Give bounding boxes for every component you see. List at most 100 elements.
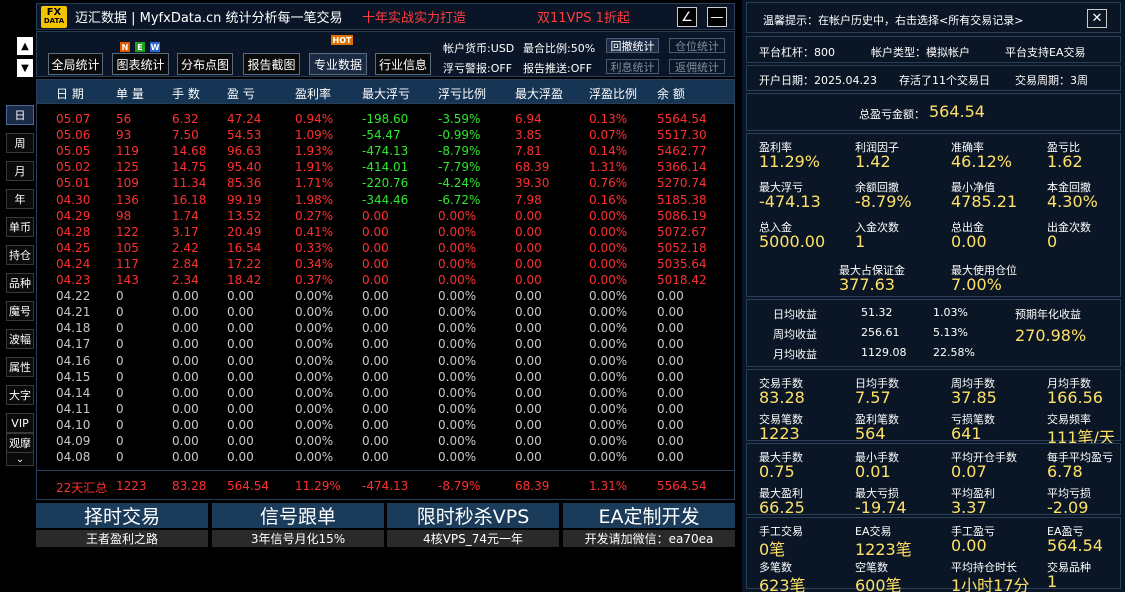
- ad-subtitle[interactable]: 3年信号月化15%: [212, 530, 384, 547]
- ad-signal-copy[interactable]: 信号跟单 3年信号月化15%: [212, 503, 384, 547]
- sidebar-item-single-currency[interactable]: 单币: [6, 217, 34, 237]
- ad-timing-trade[interactable]: 择时交易 王者盈利之路: [36, 503, 208, 547]
- close-icon[interactable]: ✕: [1087, 9, 1107, 28]
- table-row[interactable]: 04.10 0 0.00 0.00 0.00% 0.00 0.00% 0.00 0.00% 0.0…: [37, 417, 734, 433]
- column-header[interactable]: 浮亏比例: [438, 85, 486, 102]
- chevron-down-icon[interactable]: ⌄: [6, 452, 34, 466]
- table-row[interactable]: 04.14 0 0.00 0.00 0.00% 0.00 0.00% 0.00 0.00% 0.0…: [37, 385, 734, 401]
- ad-title[interactable]: EA定制开发: [563, 503, 735, 528]
- table-row[interactable]: 04.30 136 16.18 99.19 1.98% -344.46 -6.72% 7.98…: [37, 192, 734, 208]
- table-cell: 96.63: [227, 144, 262, 159]
- rebate-stats-button[interactable]: 返佣统计: [669, 59, 725, 74]
- table-row[interactable]: 04.15 0 0.00 0.00 0.00% 0.00 0.00% 0.00 0.00% 0.0…: [37, 369, 734, 385]
- global-stats-button[interactable]: 全局统计: [48, 53, 103, 75]
- table-cell: 0.00: [172, 434, 199, 448]
- sidebar-item-month[interactable]: 月: [6, 161, 34, 181]
- table-row[interactable]: 04.21 0 0.00 0.00 0.00% 0.00 0.00% 0.00 0.00% 0.0…: [37, 304, 734, 320]
- position-stats-button[interactable]: 仓位统计: [669, 38, 725, 53]
- sidebar-item-volatility[interactable]: 波幅: [6, 329, 34, 349]
- minimize-button[interactable]: ∠: [677, 7, 697, 27]
- industry-info-button[interactable]: 行业信息: [375, 53, 431, 75]
- ad-ea-development[interactable]: EA定制开发 开发请加微信：ea70ea: [563, 503, 735, 547]
- column-header[interactable]: 最大浮盈: [515, 85, 563, 102]
- report-screenshot-button[interactable]: 报告截图: [243, 53, 300, 75]
- maximize-button[interactable]: —: [707, 7, 727, 27]
- table-cell: 105: [116, 240, 139, 255]
- table-row[interactable]: 04.24 117 2.84 17.22 0.34% 0.00 0.00% 0.00 0.00%…: [37, 256, 734, 272]
- trade-cycle: 交易周期：3周: [1015, 74, 1088, 87]
- float-loss-alert[interactable]: 浮亏警报:OFF: [443, 60, 512, 76]
- sidebar-item-year[interactable]: 年: [6, 189, 34, 209]
- table-row[interactable]: 04.11 0 0.00 0.00 0.00% 0.00 0.00% 0.00 0.00% 0.0…: [37, 401, 734, 417]
- annual-return-label: 预期年化收益: [1015, 308, 1081, 321]
- sidebar-item-watch[interactable]: 观摩: [6, 433, 34, 453]
- ad-title[interactable]: 信号跟单: [212, 503, 384, 528]
- column-header[interactable]: 盈利率: [295, 85, 331, 102]
- avg-value: 5.13%: [933, 326, 968, 339]
- table-row[interactable]: 04.25 105 2.42 16.54 0.33% 0.00 0.00% 0.00 0.00%…: [37, 240, 734, 256]
- table-cell: 0.00%: [295, 450, 334, 465]
- ad-title[interactable]: 择时交易: [36, 503, 208, 528]
- table-cell: -198.60: [362, 112, 409, 126]
- ad-subtitle[interactable]: 4核VPS_74元一年: [387, 530, 559, 547]
- table-row[interactable]: 05.07 56 6.32 47.24 0.94% -198.60 -3.59% 6.94 0.…: [37, 111, 734, 127]
- interest-stats-button[interactable]: 利息统计: [606, 59, 659, 74]
- slogan-promo[interactable]: 十年实战实力打造: [362, 7, 466, 26]
- ad-vps-sale[interactable]: 限时秒杀VPS 4核VPS_74元一年: [387, 503, 559, 547]
- chart-stats-button[interactable]: 图表统计: [112, 53, 169, 75]
- ad-subtitle[interactable]: 王者盈利之路: [36, 530, 208, 547]
- table-row[interactable]: 04.28 122 3.17 20.49 0.41% 0.00 0.00% 0.00 0.00%…: [37, 224, 734, 240]
- table-row[interactable]: 05.06 93 7.50 54.53 1.09% -54.47 -0.99% 3.85 0.0…: [37, 127, 734, 143]
- table-cell: 0.00: [362, 369, 389, 384]
- sidebar-item-vip[interactable]: VIP: [6, 413, 34, 433]
- table-cell: 0.00%: [438, 353, 477, 368]
- table-row[interactable]: 05.02 125 14.75 95.40 1.91% -414.01 -7.79% 68.3…: [37, 159, 734, 175]
- sidebar-item-symbols[interactable]: 品种: [6, 273, 34, 293]
- table-cell: 04.15: [56, 369, 91, 384]
- column-header[interactable]: 盈 亏: [227, 85, 255, 102]
- summary-cell: 22天汇总: [56, 481, 108, 495]
- pro-data-button[interactable]: 专业数据: [309, 53, 367, 75]
- slogan-vps[interactable]: 双11VPS 1折起: [537, 7, 630, 26]
- sidebar-item-attributes[interactable]: 属性: [6, 357, 34, 377]
- table-cell: 0.00%: [295, 417, 334, 432]
- drawdown-stats-button[interactable]: 回撤统计: [606, 38, 659, 53]
- sidebar-item-magic[interactable]: 魔号: [6, 301, 34, 321]
- table-row[interactable]: 05.05 119 14.68 96.63 1.93% -474.13 -8.79% 7.81…: [37, 143, 734, 159]
- ad-title[interactable]: 限时秒杀VPS: [387, 503, 559, 528]
- column-header[interactable]: 最大浮亏: [362, 85, 410, 102]
- table-row[interactable]: 04.09 0 0.00 0.00 0.00% 0.00 0.00% 0.00 0.00% 0.0…: [37, 433, 734, 449]
- sidebar-item-large-font[interactable]: 大字: [6, 385, 34, 405]
- table-cell: 0.00%: [295, 353, 334, 368]
- table-cell: 1.71%: [295, 176, 334, 191]
- report-push[interactable]: 报告推送:OFF: [523, 60, 592, 76]
- table-cell: 0.00: [362, 305, 389, 320]
- new-tag-w: W: [150, 42, 160, 52]
- sidebar-item-positions[interactable]: 持仓: [6, 245, 34, 265]
- table-row[interactable]: 04.18 0 0.00 0.00 0.00% 0.00 0.00% 0.00 0.00% 0.0…: [37, 320, 734, 336]
- sidebar-item-day[interactable]: 日: [6, 105, 34, 125]
- account-summary-panel: 温馨提示：在帐户历史中，右击选择<所有交易记录> ✕ 平台杠杆：800 帐户类型…: [742, 0, 1125, 592]
- table-row[interactable]: 04.22 0 0.00 0.00 0.00% 0.00 0.00% 0.00 0.00% 0.0…: [37, 288, 734, 304]
- sidebar-item-week[interactable]: 周: [6, 133, 34, 153]
- table-row[interactable]: 04.29 98 1.74 13.52 0.27% 0.00 0.00% 0.00 0.00% 5…: [37, 208, 734, 224]
- scroll-down-icon[interactable]: ▼: [17, 59, 33, 77]
- column-header[interactable]: 单 量: [116, 85, 144, 102]
- column-header[interactable]: 手 数: [172, 85, 200, 102]
- table-row[interactable]: 04.17 0 0.00 0.00 0.00% 0.00 0.00% 0.00 0.00% 0.0…: [37, 336, 734, 352]
- table-cell: 5366.14: [657, 160, 707, 175]
- column-header[interactable]: 日 期: [56, 85, 84, 102]
- scatter-chart-button[interactable]: 分布点图: [177, 53, 233, 75]
- column-header[interactable]: 浮盈比例: [589, 85, 637, 102]
- account-currency: 帐户货币:USD: [443, 42, 515, 55]
- scroll-up-icon[interactable]: ▲: [17, 37, 33, 55]
- table-cell: 0.00: [515, 417, 542, 432]
- column-header[interactable]: 余 额: [657, 85, 685, 102]
- table-row[interactable]: 04.08 0 0.00 0.00 0.00% 0.00 0.00% 0.00 0.00% 0.0…: [37, 449, 734, 465]
- ad-subtitle[interactable]: 开发请加微信：ea70ea: [563, 530, 735, 547]
- table-row[interactable]: 04.16 0 0.00 0.00 0.00% 0.00 0.00% 0.00 0.00% 0.0…: [37, 353, 734, 369]
- stat-value: 4785.21: [951, 192, 1018, 211]
- table-row[interactable]: 04.23 143 2.34 18.42 0.37% 0.00 0.00% 0.00 0.00%…: [37, 272, 734, 288]
- table-cell: 5462.77: [657, 144, 707, 159]
- table-row[interactable]: 05.01 109 11.34 85.36 1.71% -220.76 -4.24% 39.3…: [37, 175, 734, 191]
